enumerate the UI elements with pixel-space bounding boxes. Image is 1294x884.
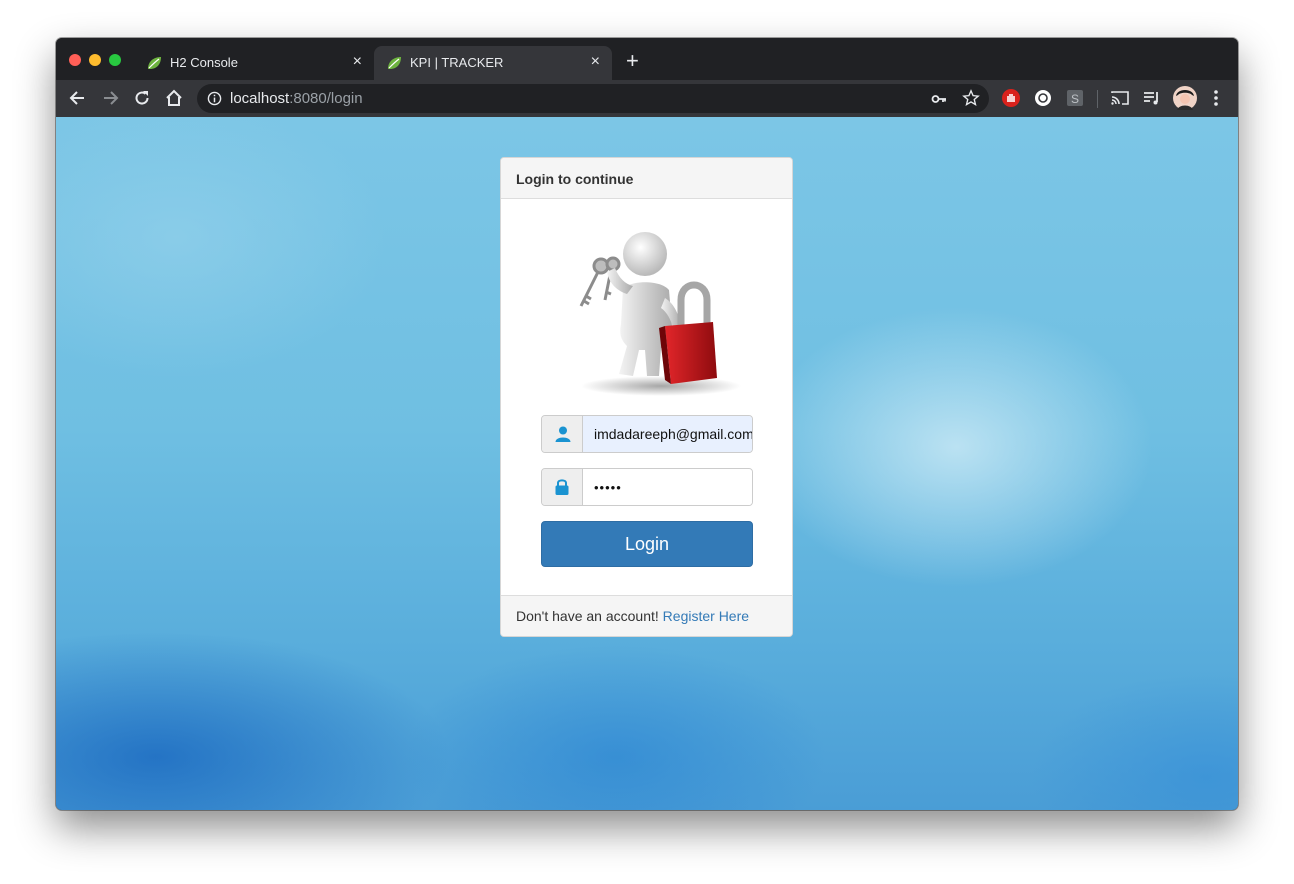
new-tab-button[interactable]: + — [626, 50, 639, 72]
browser-window: H2 Console × KPI | TRACKER × + localhost… — [56, 38, 1238, 810]
home-icon[interactable] — [164, 88, 184, 108]
media-queue-icon[interactable] — [1142, 88, 1162, 108]
back-icon[interactable] — [68, 88, 88, 108]
register-link[interactable]: Register Here — [663, 608, 749, 624]
forward-icon[interactable] — [100, 88, 120, 108]
tab-strip: H2 Console × KPI | TRACKER × + — [56, 38, 1238, 80]
s-extension-icon[interactable]: S — [1065, 88, 1085, 108]
username-field[interactable] — [583, 416, 752, 452]
url-text[interactable]: localhost:8080/login — [230, 90, 363, 107]
toolbar-divider — [1097, 90, 1098, 108]
spring-leaf-icon — [148, 57, 161, 69]
menu-icon[interactable] — [1206, 88, 1226, 108]
window-close-button[interactable] — [69, 54, 81, 66]
username-input-group — [541, 415, 753, 453]
user-addon — [542, 416, 583, 452]
window-minimize-button[interactable] — [89, 54, 101, 66]
star-icon[interactable] — [962, 89, 980, 107]
svg-text:S: S — [1071, 92, 1079, 106]
tab-h2-console[interactable]: H2 Console × — [134, 46, 374, 80]
password-input-group — [541, 468, 753, 506]
window-maximize-button[interactable] — [109, 54, 121, 66]
login-panel: Login to continue imdadareeph@gmail.com … — [500, 157, 793, 637]
person-with-keys-and-lock-illustration — [579, 232, 741, 396]
spring-leaf-icon — [388, 57, 401, 69]
tab-title: H2 Console — [170, 55, 238, 70]
key-icon[interactable] — [931, 91, 947, 107]
info-icon[interactable] — [207, 91, 222, 106]
stop-extension-icon[interactable] — [1001, 88, 1021, 108]
tab-kpi-tracker[interactable]: KPI | TRACKER × — [374, 46, 612, 80]
address-bar[interactable]: localhost:8080/login — [197, 84, 989, 113]
tab-close-icon[interactable]: × — [353, 53, 362, 71]
panel-heading: Login to continue — [501, 158, 792, 199]
reload-icon[interactable] — [132, 88, 152, 108]
footer-text: Don't have an account! — [516, 608, 663, 624]
cast-icon[interactable] — [1110, 88, 1130, 108]
lock-icon — [555, 479, 569, 495]
panel-footer: Don't have an account! Register Here — [501, 595, 792, 636]
tab-title: KPI | TRACKER — [410, 55, 504, 70]
lock-addon — [542, 469, 583, 505]
user-icon — [555, 426, 571, 442]
login-button[interactable]: Login — [541, 521, 753, 567]
extension-icon[interactable] — [1033, 88, 1053, 108]
browser-toolbar: localhost:8080/login S — [56, 80, 1238, 117]
avatar[interactable] — [1173, 86, 1197, 110]
password-field[interactable] — [583, 469, 752, 505]
page-viewport: Login to continue imdadareeph@gmail.com … — [56, 117, 1238, 810]
tab-close-icon[interactable]: × — [591, 53, 600, 71]
